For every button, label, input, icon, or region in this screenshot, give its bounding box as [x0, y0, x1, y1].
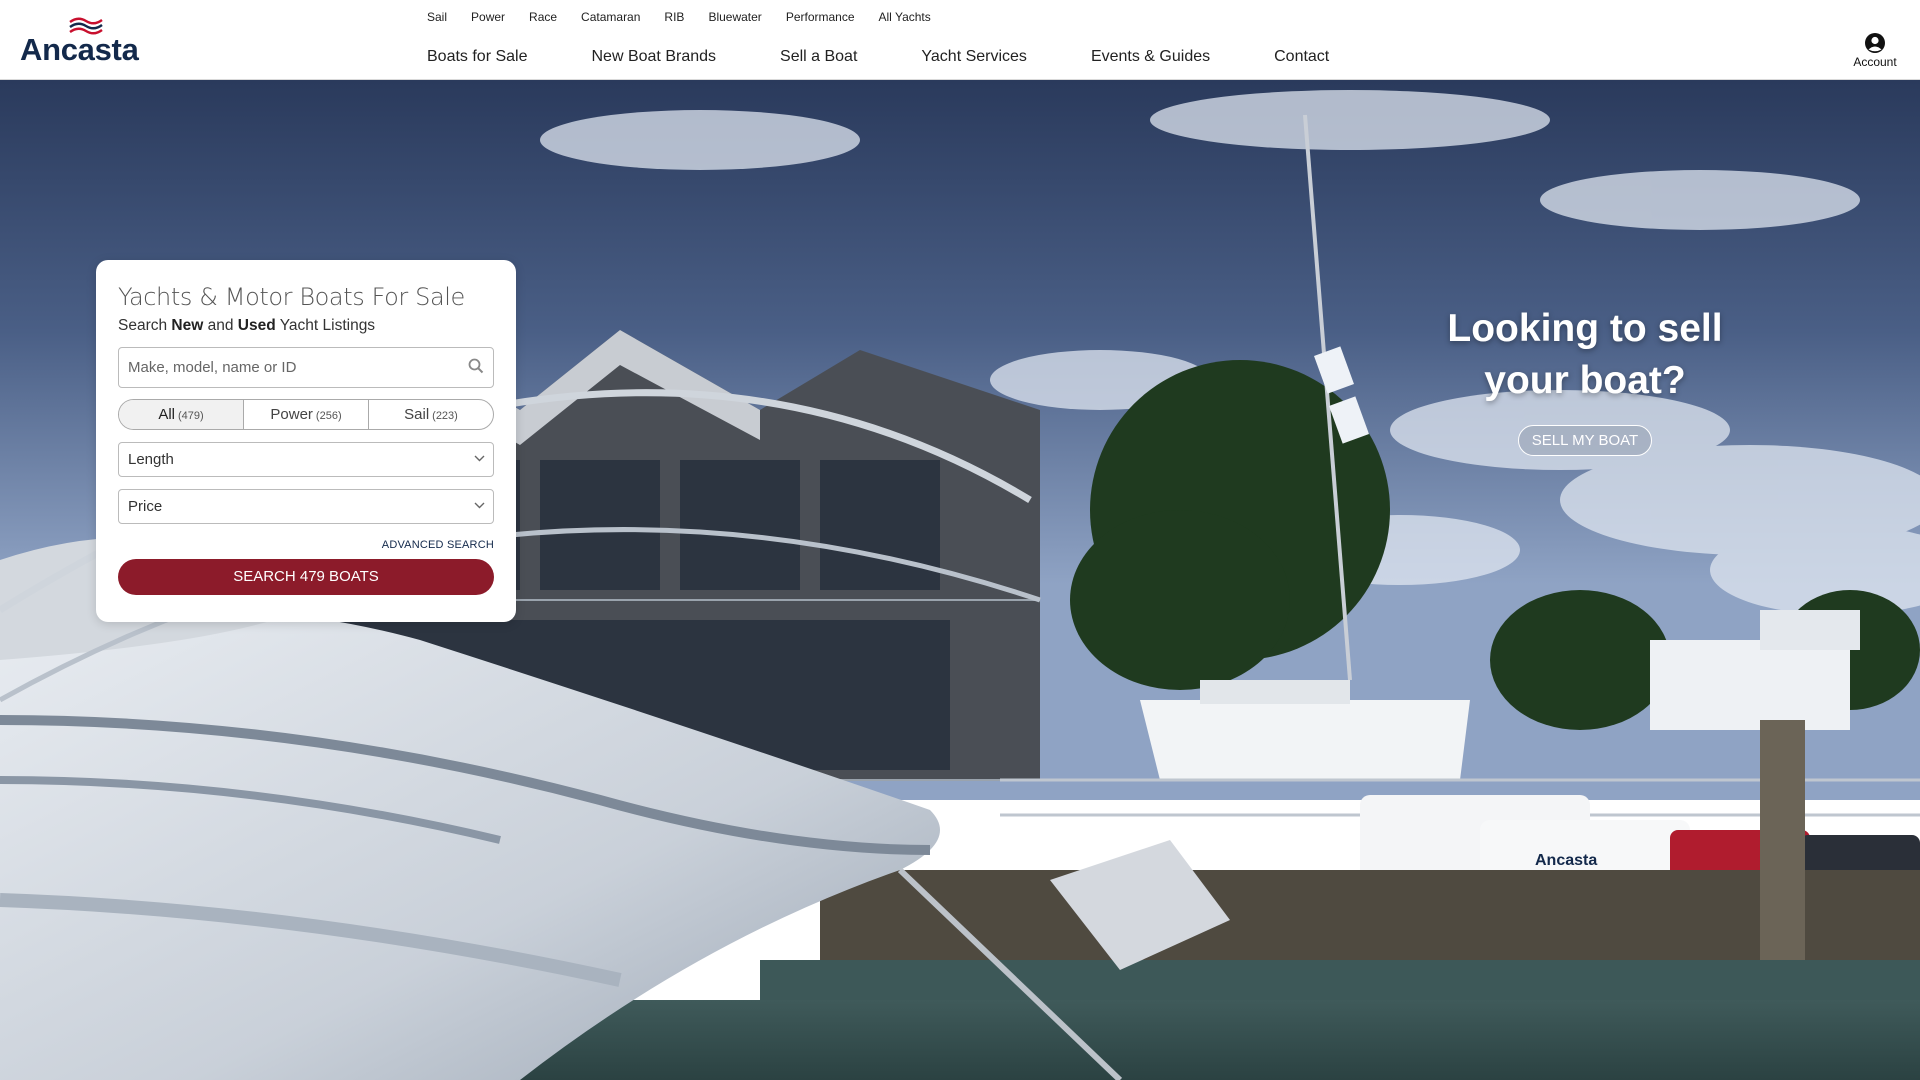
- ancasta-logo[interactable]: Ancasta: [20, 14, 150, 67]
- sell-headline: Looking to sell your boat?: [1405, 303, 1765, 407]
- search-boats-button[interactable]: SEARCH 479 BOATS: [118, 559, 494, 595]
- sell-my-boat-button[interactable]: SELL MY BOAT: [1517, 425, 1653, 456]
- chevron-down-icon: [474, 455, 485, 462]
- nav-sell-a-boat[interactable]: Sell a Boat: [780, 46, 857, 68]
- nav-events-guides[interactable]: Events & Guides: [1091, 46, 1210, 68]
- type-sail-tab[interactable]: Sail (223): [369, 400, 493, 429]
- account-link[interactable]: Account: [1850, 32, 1900, 69]
- hero-banner: Ancasta Yachts & Motor Boats For Sale Se…: [0, 80, 1920, 1080]
- subnav-catamaran[interactable]: Catamaran: [581, 8, 640, 26]
- nav-new-boat-brands[interactable]: New Boat Brands: [592, 46, 717, 68]
- search-card-title: Yachts & Motor Boats For Sale: [118, 283, 465, 311]
- length-select-label: Length: [128, 451, 174, 468]
- search-card-subtitle: Search New and Used Yacht Listings: [118, 317, 376, 334]
- sell-headline-line2: your boat?: [1484, 359, 1686, 402]
- category-subnav: Sail Power Race Catamaran RIB Bluewater …: [427, 8, 955, 26]
- boat-type-toggle: All (479) Power (256) Sail (223): [118, 399, 494, 430]
- search-icon[interactable]: [468, 358, 484, 374]
- type-all-tab[interactable]: All (479): [119, 400, 244, 429]
- subnav-bluewater[interactable]: Bluewater: [708, 8, 761, 26]
- boat-search-card: Yachts & Motor Boats For Sale Search New…: [96, 260, 516, 622]
- search-box: [118, 347, 494, 388]
- nav-contact[interactable]: Contact: [1274, 46, 1329, 68]
- price-select-label: Price: [128, 498, 163, 515]
- subnav-sail[interactable]: Sail: [427, 8, 447, 26]
- subnav-race[interactable]: Race: [529, 8, 557, 26]
- sell-headline-line1: Looking to sell: [1447, 307, 1723, 350]
- site-header: Ancasta Sail Power Race Catamaran RIB Bl…: [0, 0, 1920, 80]
- length-select[interactable]: Length: [118, 442, 494, 477]
- subnav-power[interactable]: Power: [471, 8, 505, 26]
- van-logo-text: Ancasta: [1535, 852, 1597, 869]
- user-circle-icon: [1865, 33, 1885, 53]
- nav-boats-for-sale[interactable]: Boats for Sale: [427, 46, 528, 68]
- price-select[interactable]: Price: [118, 489, 494, 524]
- subnav-performance[interactable]: Performance: [786, 8, 855, 26]
- main-nav: Boats for Sale New Boat Brands Sell a Bo…: [427, 46, 1393, 68]
- sell-promo: Looking to sell your boat? SELL MY BOAT: [1405, 303, 1765, 456]
- advanced-search-link[interactable]: ADVANCED SEARCH: [118, 539, 494, 551]
- type-power-tab[interactable]: Power (256): [244, 400, 369, 429]
- subnav-rib[interactable]: RIB: [664, 8, 684, 26]
- boat-search-input[interactable]: [119, 348, 493, 387]
- chevron-down-icon: [474, 502, 485, 509]
- logo-wordmark: Ancasta: [20, 32, 139, 67]
- account-label: Account: [1853, 55, 1897, 69]
- nav-yacht-services[interactable]: Yacht Services: [921, 46, 1027, 68]
- subnav-all-yachts[interactable]: All Yachts: [879, 8, 931, 26]
